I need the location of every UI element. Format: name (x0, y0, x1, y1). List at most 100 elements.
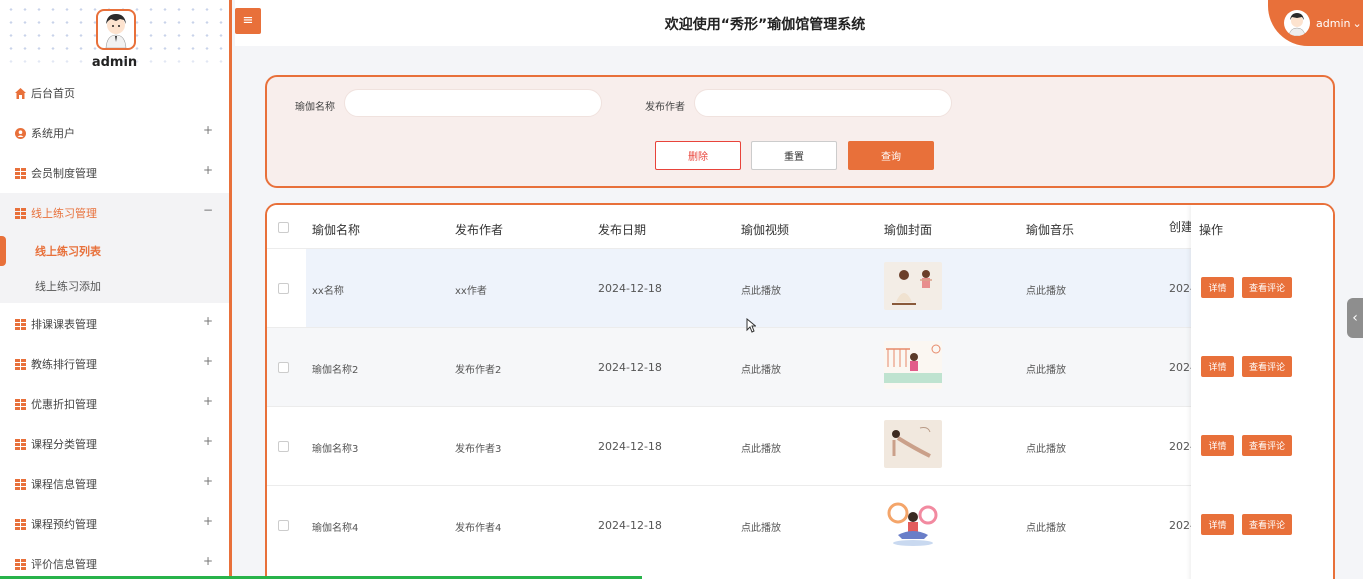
sidebar: admin 后台首页 系统用户 + 会员制度管理 + 线上练习管理 − 线上练习… (0, 0, 232, 579)
author-input[interactable] (694, 89, 952, 117)
expand-icon[interactable]: + (203, 394, 213, 408)
cell-name: xx名称 (312, 286, 344, 297)
expand-icon[interactable]: + (203, 474, 213, 488)
submenu-online-practice-add[interactable]: 线上练习添加 (0, 269, 229, 303)
expand-icon[interactable]: + (203, 314, 213, 328)
sidebar-item-discount[interactable]: 优惠折扣管理 + (0, 384, 229, 424)
sidebar-item-membership[interactable]: 会员制度管理 + (0, 153, 229, 193)
sidebar-item-label: 会员制度管理 (31, 167, 97, 180)
search-button[interactable]: 查询 (848, 141, 934, 170)
select-all-checkbox[interactable] (278, 222, 289, 233)
expand-icon[interactable]: + (203, 514, 213, 528)
view-comments-button[interactable]: 查看评论 (1242, 514, 1292, 535)
column-header[interactable]: 发布作者 (455, 221, 503, 238)
cell-music-link[interactable]: 点此播放 (1026, 282, 1066, 297)
column-header[interactable]: 发布日期 (598, 221, 646, 238)
data-table: 瑜伽名称 发布作者 发布日期 瑜伽视频 瑜伽封面 瑜伽音乐 创建 xx名称 xx… (265, 203, 1335, 579)
sidebar-item-label: 排课课表管理 (31, 318, 97, 331)
cell-author: 发布作者4 (455, 523, 502, 534)
sidebar-item-label: 评价信息管理 (31, 558, 97, 571)
detail-button[interactable]: 详情 (1201, 435, 1234, 456)
sidebar-item-course-info[interactable]: 课程信息管理 + (0, 464, 229, 504)
yoga-cover-illustration (884, 499, 942, 547)
cell-video-link[interactable]: 点此播放 (741, 519, 781, 534)
cover-image[interactable] (884, 420, 942, 468)
column-header[interactable]: 瑜伽名称 (312, 221, 360, 238)
row-checkbox[interactable] (278, 520, 289, 531)
row-checkbox[interactable] (278, 283, 289, 294)
cell-author: 发布作者2 (455, 365, 502, 376)
cell-author: xx作者 (455, 286, 487, 297)
cell-video-link[interactable]: 点此播放 (741, 282, 781, 297)
column-header: 操作 (1199, 223, 1224, 237)
sidebar-item-schedule[interactable]: 排课课表管理 + (0, 304, 229, 344)
cell-video-link[interactable]: 点此播放 (741, 440, 781, 455)
yoga-cover-illustration (884, 420, 942, 468)
user-icon (15, 127, 26, 139)
table-row[interactable]: xx名称 xx作者 2024-12-18 点此播放 点此播放 2024 (267, 248, 1333, 327)
cell-date: 2024-12-18 (598, 361, 662, 374)
cover-image[interactable] (884, 262, 942, 310)
grid-icon (15, 398, 26, 410)
delete-button[interactable]: 删除 (655, 141, 741, 170)
sidebar-item-coach-ranking[interactable]: 教练排行管理 + (0, 344, 229, 384)
table-row[interactable]: 瑜伽名称2 发布作者2 2024-12-18 点此播放 点此播放 2024 (267, 327, 1333, 406)
cover-image[interactable] (884, 499, 942, 547)
expand-icon[interactable]: + (203, 434, 213, 448)
name-label: 瑜伽名称 (295, 102, 335, 113)
cell-music-link[interactable]: 点此播放 (1026, 440, 1066, 455)
name-input[interactable] (344, 89, 602, 117)
expand-icon[interactable]: + (203, 163, 213, 177)
yoga-cover-illustration (884, 262, 942, 310)
column-header[interactable]: 瑜伽音乐 (1026, 221, 1074, 238)
detail-button[interactable]: 详情 (1201, 277, 1234, 298)
grid-icon (15, 207, 26, 219)
cover-image[interactable] (884, 341, 942, 389)
cell-video-link[interactable]: 点此播放 (741, 361, 781, 376)
sidebar-item-label: 系统用户 (31, 127, 75, 140)
collapse-icon[interactable]: − (203, 203, 213, 217)
reset-button[interactable]: 重置 (751, 141, 837, 170)
view-comments-button[interactable]: 查看评论 (1242, 435, 1292, 456)
row-checkbox[interactable] (278, 441, 289, 452)
view-comments-button[interactable]: 查看评论 (1242, 277, 1292, 298)
author-label: 发布作者 (645, 102, 685, 113)
avatar[interactable] (96, 9, 136, 50)
submenu-label: 线上练习添加 (35, 280, 101, 293)
row-checkbox[interactable] (278, 362, 289, 373)
expand-icon[interactable]: + (203, 123, 213, 137)
cell-author: 发布作者3 (455, 444, 502, 455)
expand-icon[interactable]: + (203, 554, 213, 568)
table-header: 瑜伽名称 发布作者 发布日期 瑜伽视频 瑜伽封面 瑜伽音乐 创建 (267, 205, 1333, 248)
grid-icon (15, 438, 26, 450)
sidebar-item-course-booking[interactable]: 课程预约管理 + (0, 504, 229, 544)
submenu-online-practice-list[interactable]: 线上练习列表 (0, 233, 229, 269)
sidebar-item-label: 教练排行管理 (31, 358, 97, 371)
user-menu[interactable]: admin ⌄ (1268, 0, 1363, 46)
side-panel-handle[interactable]: ‹ (1347, 298, 1363, 338)
top-header: ≡ 欢迎使用“秀形”瑜伽馆管理系统 admin ⌄ (235, 0, 1363, 46)
sidebar-item-reviews[interactable]: 评价信息管理 + (0, 544, 229, 579)
cell-name: 瑜伽名称3 (312, 444, 359, 455)
cell-music-link[interactable]: 点此播放 (1026, 519, 1066, 534)
column-header[interactable]: 瑜伽视频 (741, 221, 789, 238)
detail-button[interactable]: 详情 (1201, 514, 1234, 535)
column-header[interactable]: 创建 (1169, 218, 1193, 235)
sidebar-item-course-category[interactable]: 课程分类管理 + (0, 424, 229, 464)
view-comments-button[interactable]: 查看评论 (1242, 356, 1292, 377)
table-row[interactable]: 瑜伽名称3 发布作者3 2024-12-18 点此播放 点此播放 2024 (267, 406, 1333, 485)
column-header[interactable]: 瑜伽封面 (884, 221, 932, 238)
table-row[interactable]: 瑜伽名称4 发布作者4 2024-12-18 点此播放 点此播放 2024 (267, 485, 1333, 564)
sidebar-item-system-users[interactable]: 系统用户 + (0, 113, 229, 153)
grid-icon (15, 518, 26, 530)
sidebar-header: admin (0, 0, 229, 78)
cell-music-link[interactable]: 点此播放 (1026, 361, 1066, 376)
mouse-cursor-icon (746, 318, 756, 333)
sidebar-item-home[interactable]: 后台首页 (0, 73, 229, 113)
cell-name: 瑜伽名称4 (312, 523, 359, 534)
page-title: 欢迎使用“秀形”瑜伽馆管理系统 (664, 17, 866, 33)
detail-button[interactable]: 详情 (1201, 356, 1234, 377)
sidebar-item-online-practice[interactable]: 线上练习管理 − (0, 193, 229, 233)
expand-icon[interactable]: + (203, 354, 213, 368)
chevron-down-icon: ⌄ (1352, 16, 1362, 30)
